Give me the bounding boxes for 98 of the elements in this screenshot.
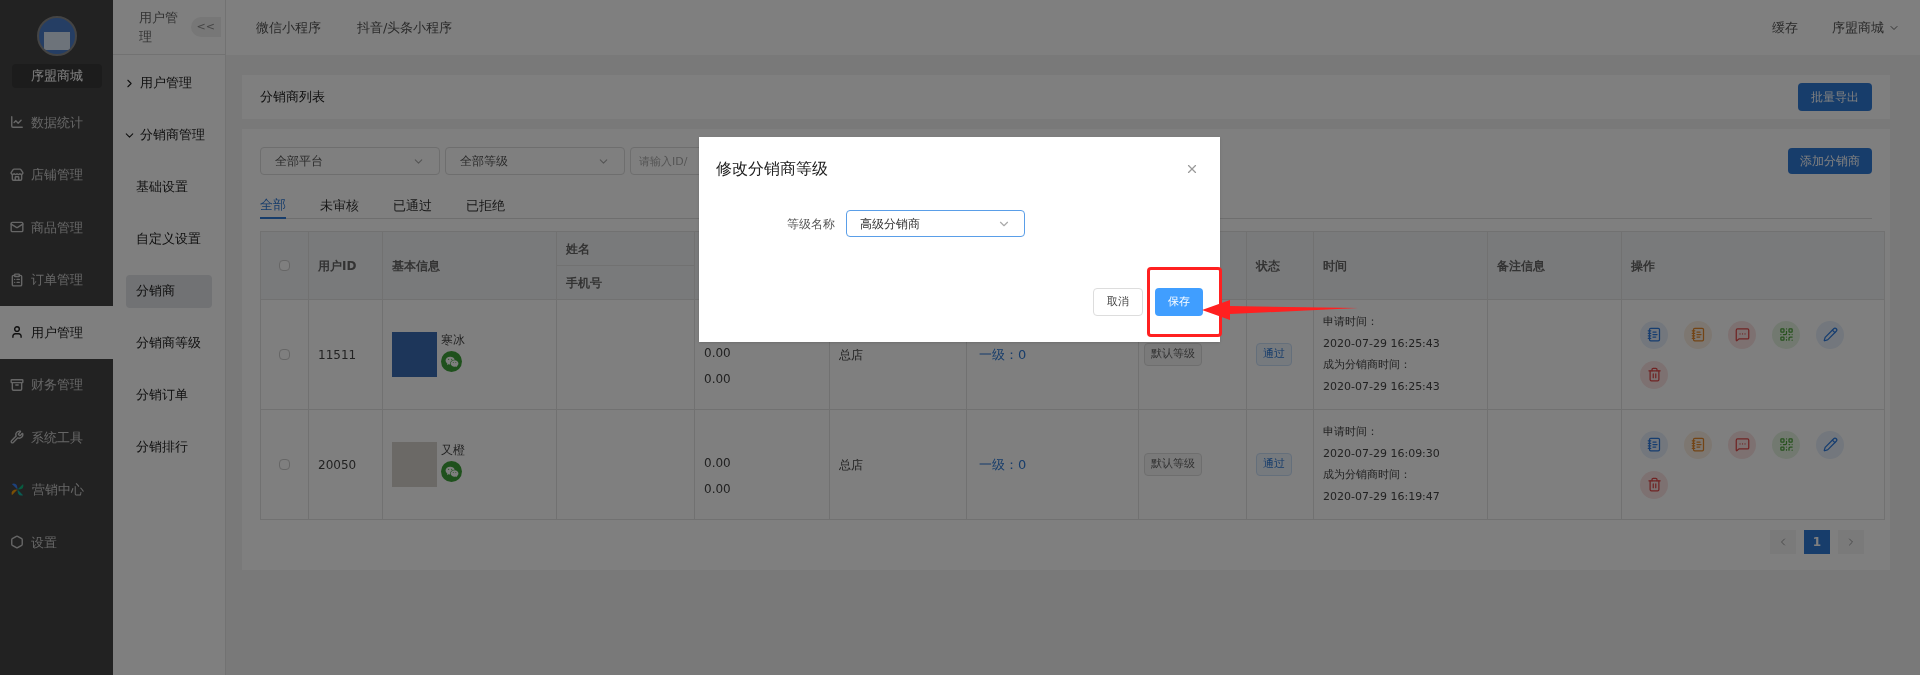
qr-code-icon[interactable] [1772,430,1800,459]
status-tab[interactable]: 全部 [260,193,286,219]
nav-item[interactable]: 用户管理 [0,306,113,359]
message-icon[interactable] [1728,320,1756,349]
qr-code-icon[interactable] [1772,320,1800,349]
time-label: 成为分销商时间： [1323,357,1412,373]
sub-nav-item[interactable]: 分销商 [126,274,212,308]
nav-icon [10,535,24,550]
level-select[interactable]: 高级分销商 [846,210,1025,237]
photo-placeholder [392,332,437,377]
time-value: 2020-07-29 16:25:43 [1323,378,1441,395]
level-tag: 默认等级 [1144,343,1202,366]
user-id: 11511 [318,346,357,364]
nav-item[interactable]: 商品管理 [0,201,113,254]
photo-placeholder [392,442,437,487]
amount: 0.00 [704,370,732,388]
nav-item[interactable]: 店铺管理 [0,148,113,201]
time-label: 申请时间： [1323,314,1379,330]
nav-icon [10,115,24,130]
delete-icon[interactable] [1640,360,1668,389]
edit-icon[interactable] [1816,320,1844,349]
four-leaf-icon [10,482,25,498]
page-title: 分销商列表 [260,88,325,107]
time-label: 成为分销商时间： [1323,467,1412,483]
notebook-icon[interactable] [1640,320,1668,349]
add-distributor-button[interactable]: 添加分销商 [1788,148,1872,174]
store-logo-icon [36,16,77,56]
nav-item[interactable]: 数据统计 [0,96,113,149]
nav-item[interactable]: 营销中心 [0,463,113,516]
nav-icon [10,430,24,445]
select-all-checkbox[interactable] [279,260,290,271]
column-header: 基本信息 [392,257,440,275]
status-tab[interactable]: 未审核 [320,193,359,219]
amount: 0.00 [704,454,732,472]
nav-group[interactable]: 用户管理 [113,57,225,109]
column-header: 操作 [1631,257,1655,275]
column-header: 用户ID [318,257,357,275]
nav-icon [10,220,24,235]
collapse-button[interactable]: << [190,16,221,38]
export-button[interactable]: 批量导出 [1798,83,1872,111]
notebook-icon[interactable] [1640,430,1668,459]
sub-nav-item[interactable]: 分销订单 [126,378,212,412]
wechat-icon [441,351,462,372]
filter-select[interactable]: 全部平台 [260,147,440,175]
sub-nav-item[interactable]: 自定义设置 [126,222,212,256]
nav-icon [10,272,24,287]
row-checkbox[interactable] [279,459,290,470]
account-menu[interactable]: 序盟商城 [1832,17,1884,38]
nav-icon [10,377,24,392]
nav-group[interactable]: 分销商管理 [113,109,225,161]
time-value: 2020-07-29 16:19:47 [1323,488,1441,505]
column-header: 状态 [1256,257,1280,275]
ledger-icon[interactable] [1684,320,1712,349]
store-name-cell-text: 总店 [839,346,863,364]
save-button[interactable]: 保存 [1155,288,1203,316]
column-header: 姓名 [566,240,590,258]
column-header: 备注信息 [1497,257,1545,275]
sub-nav-item[interactable]: 分销商等级 [126,326,212,360]
column-header: 时间 [1323,257,1347,275]
row-checkbox[interactable] [279,349,290,360]
edit-icon[interactable] [1816,430,1844,459]
delete-icon[interactable] [1640,470,1668,499]
time-value: 2020-07-29 16:09:30 [1323,445,1441,462]
platform-tab[interactable]: 抖音/头条小程序 [357,17,453,38]
sub-nav-item[interactable]: 分销排行 [126,430,212,464]
cache-link[interactable]: 缓存 [1772,17,1798,38]
status-tag: 通过 [1256,453,1292,476]
page-button[interactable]: 1 [1804,530,1830,554]
amount: 0.00 [704,344,732,362]
store-name-cell-text: 总店 [839,456,863,474]
nickname: 又橙 [441,442,465,459]
message-icon[interactable] [1728,430,1756,459]
cancel-button[interactable]: 取消 [1093,288,1143,316]
status-tab[interactable]: 已拒绝 [466,193,505,219]
filter-select[interactable]: 全部等级 [445,147,625,175]
ledger-icon[interactable] [1684,430,1712,459]
nav-icon [10,325,24,340]
nav-item[interactable]: 订单管理 [0,253,113,306]
time-value: 2020-07-29 16:25:43 [1323,335,1441,352]
level-count-link[interactable]: 一级：0 [979,454,1027,475]
sub-nav-item[interactable]: 基础设置 [126,170,212,204]
field-label: 等级名称 [787,215,835,233]
status-tag: 通过 [1256,343,1292,366]
user-id: 20050 [318,456,357,474]
platform-tab[interactable]: 微信小程序 [256,17,321,38]
store-name: 序盟商城 [11,64,102,88]
sub-sidebar-title: 用户管理 [139,8,179,46]
column-header: 手机号 [566,274,602,292]
nav-item[interactable]: 设置 [0,516,113,569]
level-tag: 默认等级 [1144,453,1202,476]
wechat-icon [441,461,462,482]
status-tab[interactable]: 已通过 [393,193,432,219]
level-count-link[interactable]: 一级：0 [979,344,1027,365]
close-icon[interactable] [1185,162,1199,176]
amount: 0.00 [704,480,732,498]
nav-icon [10,167,24,182]
time-label: 申请时间： [1323,424,1379,440]
nickname: 寒冰 [441,332,465,349]
